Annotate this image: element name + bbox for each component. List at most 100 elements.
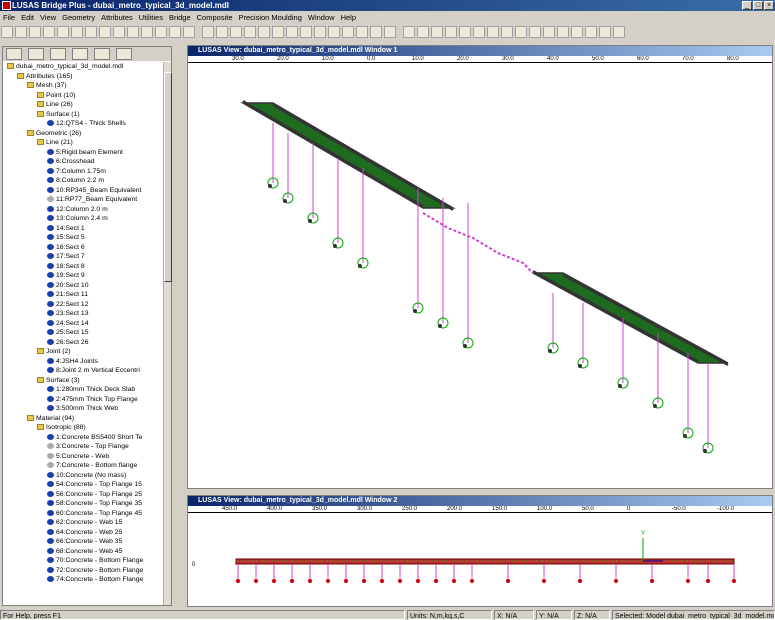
menu-window[interactable]: Window xyxy=(305,12,338,23)
maximize-button[interactable]: □ xyxy=(753,1,763,10)
toolbar-button[interactable] xyxy=(71,26,83,38)
app-icon[interactable] xyxy=(2,1,11,10)
toolbar-button[interactable] xyxy=(342,26,354,38)
tab-groups[interactable] xyxy=(28,48,44,60)
toolbar-button[interactable] xyxy=(314,26,326,38)
tree-item[interactable]: Point (10) xyxy=(3,91,163,101)
tree-item[interactable]: 10:RP345_Beam Equivalent xyxy=(3,186,163,196)
tree-item[interactable]: 20:Sect 10 xyxy=(3,281,163,291)
tree-item[interactable]: 25:Sect 15 xyxy=(3,328,163,338)
tree-item[interactable]: 68:Concrete - Web 45 xyxy=(3,547,163,557)
toolbar-button[interactable] xyxy=(57,26,69,38)
toolbar-button[interactable] xyxy=(543,26,555,38)
elevation-canvas[interactable]: Y 0 xyxy=(188,513,772,606)
toolbar-button[interactable] xyxy=(585,26,597,38)
toolbar-button[interactable] xyxy=(431,26,443,38)
tree-item[interactable]: 60:Concrete - Top Flange 45 xyxy=(3,509,163,519)
toolbar-button[interactable] xyxy=(286,26,298,38)
toolbar-button[interactable] xyxy=(99,26,111,38)
toolbar-button[interactable] xyxy=(459,26,471,38)
tree-item[interactable]: 66:Concrete - Web 35 xyxy=(3,537,163,547)
toolbar-button[interactable] xyxy=(529,26,541,38)
tree-item[interactable]: 1:280mm Thick Deck Slab xyxy=(3,385,163,395)
minimize-button[interactable]: _ xyxy=(742,1,752,10)
toolbar-button[interactable] xyxy=(244,26,256,38)
tree-item[interactable]: 1:Concrete BS5400 Short Te xyxy=(3,433,163,443)
tree-item[interactable]: 16:Sect 6 xyxy=(3,243,163,253)
tree-item[interactable]: Line (26) xyxy=(3,100,163,110)
tree-item[interactable]: 6:Crosshead xyxy=(3,157,163,167)
tree-item[interactable]: Geometric (26) xyxy=(3,129,163,139)
tree-item[interactable]: 3:500mm Thick Web xyxy=(3,404,163,414)
tree-item[interactable]: Mesh (37) xyxy=(3,81,163,91)
tree-item[interactable]: 21:Sect 11 xyxy=(3,290,163,300)
toolbar-button[interactable] xyxy=(473,26,485,38)
toolbar-button[interactable] xyxy=(501,26,513,38)
toolbar-button[interactable] xyxy=(557,26,569,38)
tab-layers[interactable] xyxy=(6,48,22,60)
tree-item[interactable]: 8:Joint 2 m Vertical Eccentri xyxy=(3,366,163,376)
tree-item[interactable]: 13:Column 2.4 m xyxy=(3,214,163,224)
toolbar-button[interactable] xyxy=(155,26,167,38)
toolbar-button[interactable] xyxy=(300,26,312,38)
toolbar-button[interactable] xyxy=(384,26,396,38)
menu-precision-moulding[interactable]: Precision Moulding xyxy=(236,12,305,23)
tree-item[interactable]: 3:Concrete - Top Flange xyxy=(3,442,163,452)
tree-item[interactable]: 7:Column 1.75m xyxy=(3,167,163,177)
toolbar-button[interactable] xyxy=(613,26,625,38)
3d-model-canvas[interactable] xyxy=(188,63,772,488)
menu-geometry[interactable]: Geometry xyxy=(59,12,98,23)
tree-item[interactable]: 18:Sect 8 xyxy=(3,262,163,272)
tree-item[interactable]: 54:Concrete - Top Flange 15 xyxy=(3,480,163,490)
tree-item[interactable]: 24:Sect 14 xyxy=(3,319,163,329)
close-button[interactable]: × xyxy=(764,1,774,10)
menu-attributes[interactable]: Attributes xyxy=(98,12,136,23)
toolbar-button[interactable] xyxy=(487,26,499,38)
tree-item[interactable]: 23:Sect 13 xyxy=(3,309,163,319)
toolbar-button[interactable] xyxy=(356,26,368,38)
tree-item[interactable]: 11:RP77_Beam Equivalent xyxy=(3,195,163,205)
toolbar-button[interactable] xyxy=(403,26,415,38)
tree-item[interactable]: Surface (3) xyxy=(3,376,163,386)
tree-item[interactable]: 64:Concrete - Web 25 xyxy=(3,528,163,538)
tree-item[interactable]: 8:Column 2.2 m xyxy=(3,176,163,186)
toolbar-button[interactable] xyxy=(1,26,13,38)
toolbar-button[interactable] xyxy=(127,26,139,38)
toolbar-button[interactable] xyxy=(445,26,457,38)
toolbar-button[interactable] xyxy=(258,26,270,38)
tree-item[interactable]: 26:Sect 26 xyxy=(3,338,163,348)
tree-item[interactable]: Attributes (165) xyxy=(3,72,163,82)
tree-item[interactable]: 15:Sect 5 xyxy=(3,233,163,243)
tree-item[interactable]: 58:Concrete - Top Flange 35 xyxy=(3,499,163,509)
toolbar-button[interactable] xyxy=(169,26,181,38)
toolbar-button[interactable] xyxy=(571,26,583,38)
tree-item[interactable]: 2:475mm Thick Top Flange xyxy=(3,395,163,405)
toolbar-button[interactable] xyxy=(183,26,195,38)
toolbar-button[interactable] xyxy=(230,26,242,38)
toolbar-button[interactable] xyxy=(417,26,429,38)
tree-item[interactable]: Isotropic (88) xyxy=(3,423,163,433)
tree-item[interactable]: 5:Concrete - Web xyxy=(3,452,163,462)
tab-attributes[interactable] xyxy=(50,48,66,60)
tab-analyses[interactable] xyxy=(72,48,88,60)
tab-utilities[interactable] xyxy=(94,48,110,60)
tree-item[interactable]: dubai_metro_typical_3d_model.mdl xyxy=(3,62,163,72)
tree-item[interactable]: 70:Concrete - Bottom Flange xyxy=(3,556,163,566)
tree-item[interactable]: 10:Concrete (No mass) xyxy=(3,471,163,481)
menu-bridge[interactable]: Bridge xyxy=(166,12,194,23)
tree-item[interactable]: 22:Sect 12 xyxy=(3,300,163,310)
tree-item[interactable]: 5:Rigid beam Element xyxy=(3,148,163,158)
scrollbar-thumb[interactable] xyxy=(164,72,172,282)
tree-item[interactable]: 19:Sect 9 xyxy=(3,271,163,281)
menu-utilities[interactable]: Utilities xyxy=(136,12,166,23)
toolbar-button[interactable] xyxy=(43,26,55,38)
tree-item[interactable]: 7:Concrete - Bottom flange xyxy=(3,461,163,471)
toolbar-button[interactable] xyxy=(328,26,340,38)
menu-composite[interactable]: Composite xyxy=(194,12,236,23)
toolbar-button[interactable] xyxy=(29,26,41,38)
toolbar-button[interactable] xyxy=(599,26,611,38)
tree-item[interactable]: 12:Column 2.0 m xyxy=(3,205,163,215)
toolbar-button[interactable] xyxy=(515,26,527,38)
toolbar-button[interactable] xyxy=(370,26,382,38)
menu-view[interactable]: View xyxy=(37,12,59,23)
